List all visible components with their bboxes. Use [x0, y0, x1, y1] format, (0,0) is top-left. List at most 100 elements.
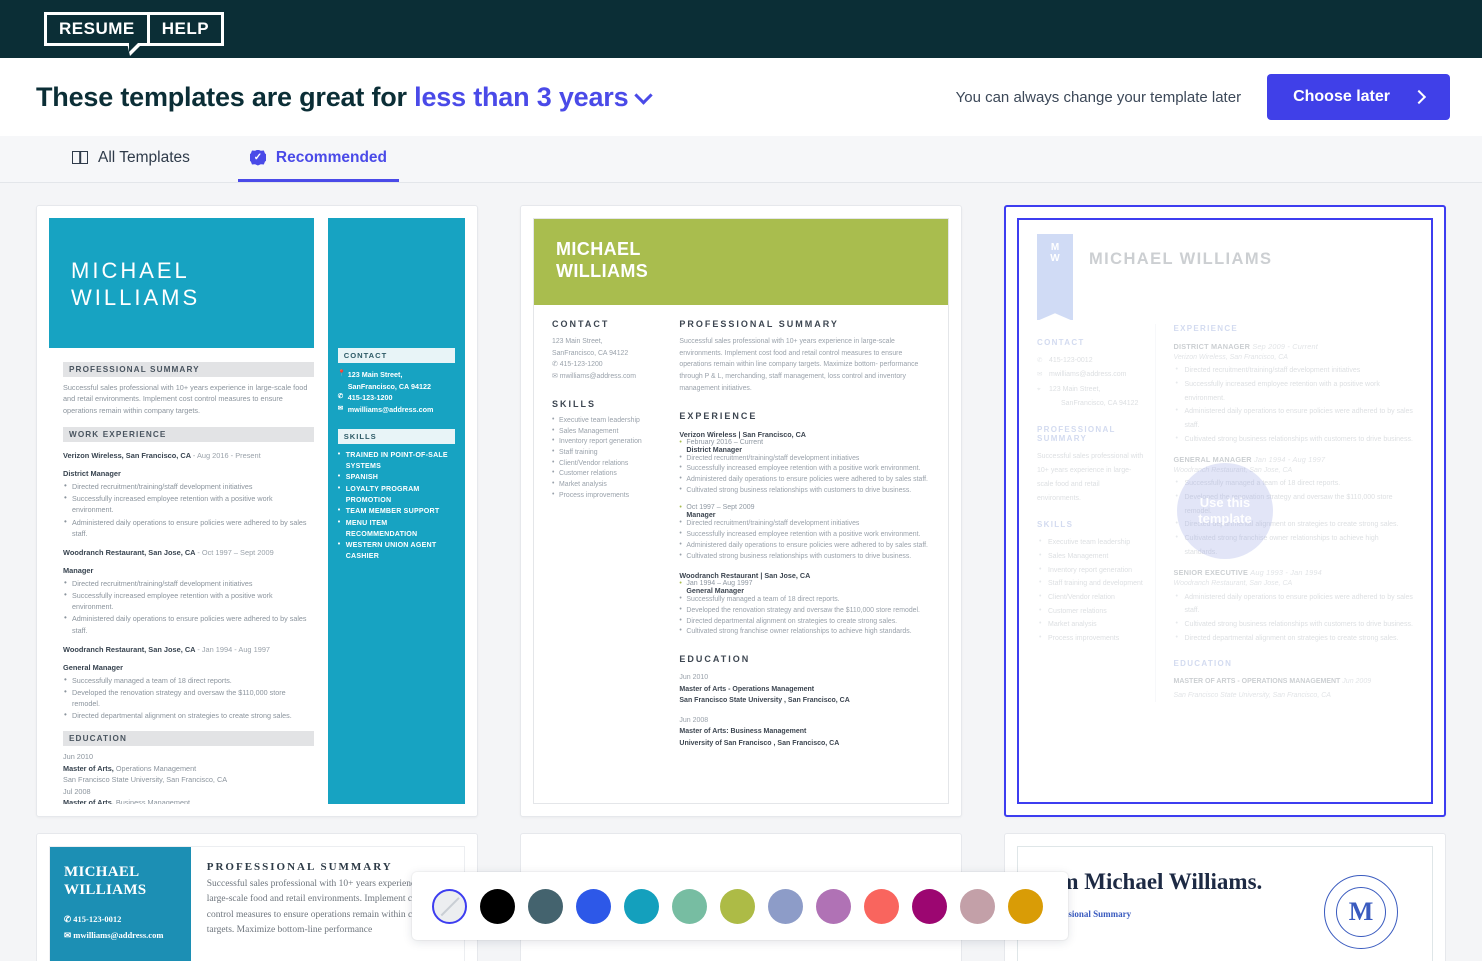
color-swatch-black[interactable]	[480, 888, 515, 924]
t1-edu-degree: Master of Arts,	[63, 763, 114, 773]
t2-bullet: Successfully increased employee retentio…	[679, 463, 930, 475]
t1-contact-email: ✉ mwilliams@address.com	[337, 404, 434, 414]
t1-skill-item: TEAM MEMBER SUPPORT	[338, 505, 455, 517]
color-swatch-no-color[interactable]	[432, 888, 467, 924]
t2-bullet: Successfully increased employee retentio…	[679, 529, 930, 541]
t1-bullet: Successfully increased employee retentio…	[63, 589, 314, 612]
t1-edu-school: San Francisco State University, San Fran…	[63, 775, 228, 785]
t1-job-dates: - Jan 1994 - Aug 1997	[197, 644, 271, 654]
t2-contact-address1: 123 Main Street,	[552, 337, 603, 345]
t2-summary-heading: PROFESSIONAL SUMMARY	[679, 318, 839, 329]
t1-sidebar: CONTACT 📍 123 Main Street, SanFrancisco, C…	[327, 218, 465, 804]
color-swatch-olive[interactable]	[720, 888, 755, 924]
color-swatch-orchid[interactable]	[816, 888, 851, 924]
t1-main-column: MICHAEL WILLIAMS PROFESSIONAL SUMMARY Su…	[49, 218, 328, 804]
t2-bullet: Developed the renovation strategy and ov…	[679, 605, 930, 617]
location-pin-icon: 📍	[337, 370, 346, 377]
t2-bullet: Directed recruitment/training/staff deve…	[679, 518, 930, 530]
color-swatch-teal[interactable]	[624, 888, 659, 924]
t2-experience-heading: EXPERIENCE	[679, 410, 758, 421]
t1-job-dates: - Oct 1997 – Sept 2009	[197, 547, 274, 557]
t2-skills-heading: SKILLS	[552, 398, 597, 409]
choose-later-button[interactable]: Choose later	[1267, 74, 1450, 120]
t1-name-line1: MICHAEL	[71, 258, 190, 283]
t4-contact-email: mwilliams@address.com	[73, 930, 164, 941]
logo-speech-tail-inner	[129, 43, 138, 52]
t2-job-title: Manager	[686, 511, 716, 520]
t1-job: Woodranch Restaurant, San Jose, CA - Jan…	[63, 645, 314, 722]
t1-skill-item: LOYALTY PROGRAM PROMOTION	[338, 483, 455, 505]
envelope-icon: ✉	[552, 373, 558, 381]
template-card-1[interactable]: MICHAEL WILLIAMS PROFESSIONAL SUMMARY Su…	[36, 205, 478, 817]
t1-job-bullets: Successfully managed a team of 18 direct…	[63, 674, 314, 722]
t1-job-title: District Manager	[63, 469, 121, 479]
t1-job-company: Woodranch Restaurant, San Jose, CA	[63, 547, 196, 557]
t1-bullet: Directed recruitment/training/staff deve…	[63, 480, 314, 493]
experience-level-dropdown[interactable]: less than 3 years	[414, 82, 628, 112]
t2-job-company: Verizon Wireless | San Francisco, CA	[679, 429, 806, 439]
template-card-6[interactable]: I'm Michael Williams. Professional Summa…	[1004, 833, 1446, 961]
tab-all-templates[interactable]: All Templates	[60, 136, 202, 182]
page-title: These templates are great for less than …	[36, 81, 654, 113]
seal-letter: M	[1336, 887, 1386, 937]
t2-contact-address2: SanFrancisco, CA 94122	[552, 349, 629, 357]
t2-skill-item: Market analysis	[552, 479, 659, 491]
template-2-preview: MICHAEL WILLIAMS CONTACT 123 Main Street…	[533, 218, 949, 804]
template-tabs: All Templates ✓ Recommended	[0, 136, 1482, 183]
chevron-down-icon[interactable]	[634, 85, 654, 105]
use-this-template-button[interactable]: Use this template	[1177, 463, 1273, 559]
t2-bullet: Successfully managed a team of 18 direct…	[679, 594, 930, 606]
t1-job-bullets: Directed recruitment/training/staff deve…	[63, 480, 314, 539]
t2-job-title: General Manager	[686, 587, 744, 596]
color-swatch-blue[interactable]	[576, 888, 611, 924]
t1-contact-heading: CONTACT	[337, 348, 455, 363]
t1-summary-heading: PROFESSIONAL SUMMARY	[63, 361, 314, 377]
color-swatch-coral[interactable]	[864, 888, 899, 924]
t2-edu-degree: Master of Arts: Business Management	[679, 728, 807, 736]
t1-skills-list: TRAINED IN POINT-OF-SALE SYSTEMS SPANISH…	[338, 449, 455, 561]
template-1-preview: MICHAEL WILLIAMS PROFESSIONAL SUMMARY Su…	[49, 218, 465, 804]
template-card-2[interactable]: MICHAEL WILLIAMS CONTACT 123 Main Street…	[520, 205, 962, 817]
t1-skill-item: SPANISH	[338, 471, 455, 483]
t2-education-entry: Jun 2010 Master of Arts - Operations Man…	[679, 672, 930, 707]
t2-skills-list: Executive team leadership Sales Manageme…	[552, 415, 659, 502]
t2-job-bullets: Directed recruitment/training/staff deve…	[679, 518, 930, 562]
t1-skill-item: TRAINED IN POINT-OF-SALE SYSTEMS	[338, 449, 455, 471]
resume-help-logo[interactable]: RESUME HELP	[44, 12, 225, 56]
t2-edu-school: University of San Francisco , San Franci…	[679, 739, 840, 747]
columns-icon	[72, 151, 88, 164]
t2-skill-item: Customer relations	[552, 468, 659, 480]
template-card-3[interactable]: MW MICHAEL WILLIAMS CONTACT ✆415-123-001…	[1004, 205, 1446, 817]
t2-skill-item: Process improvements	[552, 490, 659, 502]
t2-skill-item: Inventory report generation	[552, 436, 659, 448]
t1-skill-item: MENU ITEM RECOMMENDATION	[338, 517, 455, 539]
t1-bullet: Successfully increased employee retentio…	[63, 492, 314, 515]
t1-job: Verizon Wireless, San Francisco, CA - Au…	[63, 451, 314, 539]
t2-contact-block: 123 Main Street, SanFrancisco, CA 94122 …	[552, 336, 659, 383]
t2-name-line1: MICHAEL	[556, 239, 641, 259]
tab-recommended-label: Recommended	[275, 148, 388, 166]
color-swatch-gold[interactable]	[1008, 888, 1043, 924]
t2-bullet: Cultivated strong franchise owner relati…	[679, 626, 930, 638]
t2-job-title: District Manager	[686, 445, 742, 454]
color-swatch-sage-green[interactable]	[672, 888, 707, 924]
t1-education-heading: EDUCATION	[63, 731, 314, 747]
color-swatch-periwinkle[interactable]	[768, 888, 803, 924]
color-swatch-dusty-rose[interactable]	[960, 888, 995, 924]
t1-edu-field: Business Management	[115, 798, 191, 804]
headline-prefix: These templates are great for	[36, 81, 407, 112]
top-navigation-bar: RESUME HELP	[0, 0, 1482, 58]
t2-edu-date: Jun 2010	[679, 674, 709, 682]
envelope-icon: ✉	[337, 404, 344, 412]
color-swatch-magenta[interactable]	[912, 888, 947, 924]
tab-recommended[interactable]: ✓ Recommended	[237, 136, 400, 182]
t1-edu-date: Jun 2010	[63, 752, 94, 762]
headline-row: These templates are great for less than …	[0, 58, 1482, 136]
t2-education-entry: Jun 2008 Master of Arts: Business Manage…	[679, 715, 930, 750]
t2-job: Verizon Wireless | San Francisco, CA Feb…	[679, 430, 930, 497]
template-3-hover-overlay[interactable]: Use this template	[1019, 220, 1431, 802]
tab-all-templates-label: All Templates	[98, 148, 190, 166]
t1-education-entry: Jun 2010 Master of Arts, Operations Mana…	[63, 751, 314, 786]
t2-edu-date: Jun 2008	[679, 716, 709, 724]
color-swatch-slate[interactable]	[528, 888, 563, 924]
